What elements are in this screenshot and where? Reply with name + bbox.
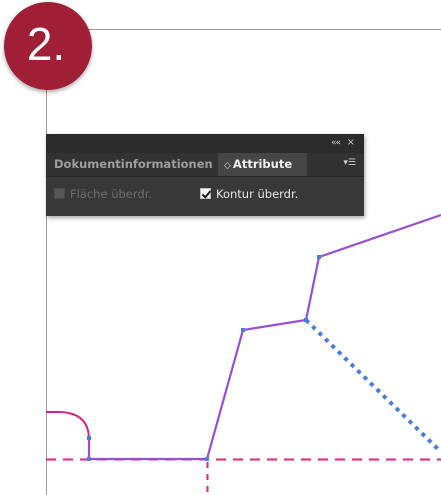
fill-overprint-label: Fläche überdr. bbox=[70, 187, 153, 201]
panel-title-bar[interactable]: «« × bbox=[46, 134, 364, 153]
stroke-overprint-checkbox[interactable] bbox=[200, 188, 211, 199]
up-down-arrows-icon: ◇ bbox=[224, 161, 231, 171]
anchor-point[interactable] bbox=[241, 328, 245, 332]
close-icon[interactable]: × bbox=[347, 137, 355, 149]
purple-stroke-path bbox=[87, 213, 441, 461]
panel-menu-icon[interactable]: ▾☰ bbox=[343, 156, 356, 170]
step-number-label: 2. bbox=[26, 18, 66, 70]
anchor-point[interactable] bbox=[304, 318, 308, 322]
magenta-arc-path bbox=[46, 411, 90, 458]
tab-label: Attribute bbox=[232, 157, 293, 171]
tab-dokumentinformationen[interactable]: Dokumentinformationen bbox=[54, 153, 213, 176]
panel-tab-bar: Dokumentinformationen ◇ Attribute ▾☰ bbox=[46, 153, 364, 177]
attributes-panel: «« × Dokumentinformationen ◇ Attribute ▾☰… bbox=[46, 134, 364, 216]
fill-overprint-checkbox bbox=[54, 188, 65, 199]
anchor-point[interactable] bbox=[317, 255, 321, 259]
panel-options: Fläche überdr. Kontur überdr. bbox=[46, 177, 364, 216]
anchor-point[interactable] bbox=[87, 436, 91, 440]
anchor-points bbox=[87, 255, 321, 461]
double-chevron-left-icon[interactable]: «« bbox=[331, 137, 341, 149]
step-number-badge: 2. bbox=[4, 2, 92, 90]
fill-overprint-option: Fläche überdr. bbox=[54, 187, 152, 201]
stroke-overprint-option[interactable]: Kontur überdr. bbox=[200, 187, 298, 201]
anchor-point[interactable] bbox=[205, 457, 209, 461]
tab-label: Dokumentinformationen bbox=[54, 157, 213, 171]
tab-attribute[interactable]: ◇ Attribute bbox=[218, 153, 307, 176]
anchor-point[interactable] bbox=[87, 457, 91, 461]
stroke-overprint-label: Kontur überdr. bbox=[216, 187, 299, 201]
selected-segment-dotted bbox=[304, 318, 441, 454]
